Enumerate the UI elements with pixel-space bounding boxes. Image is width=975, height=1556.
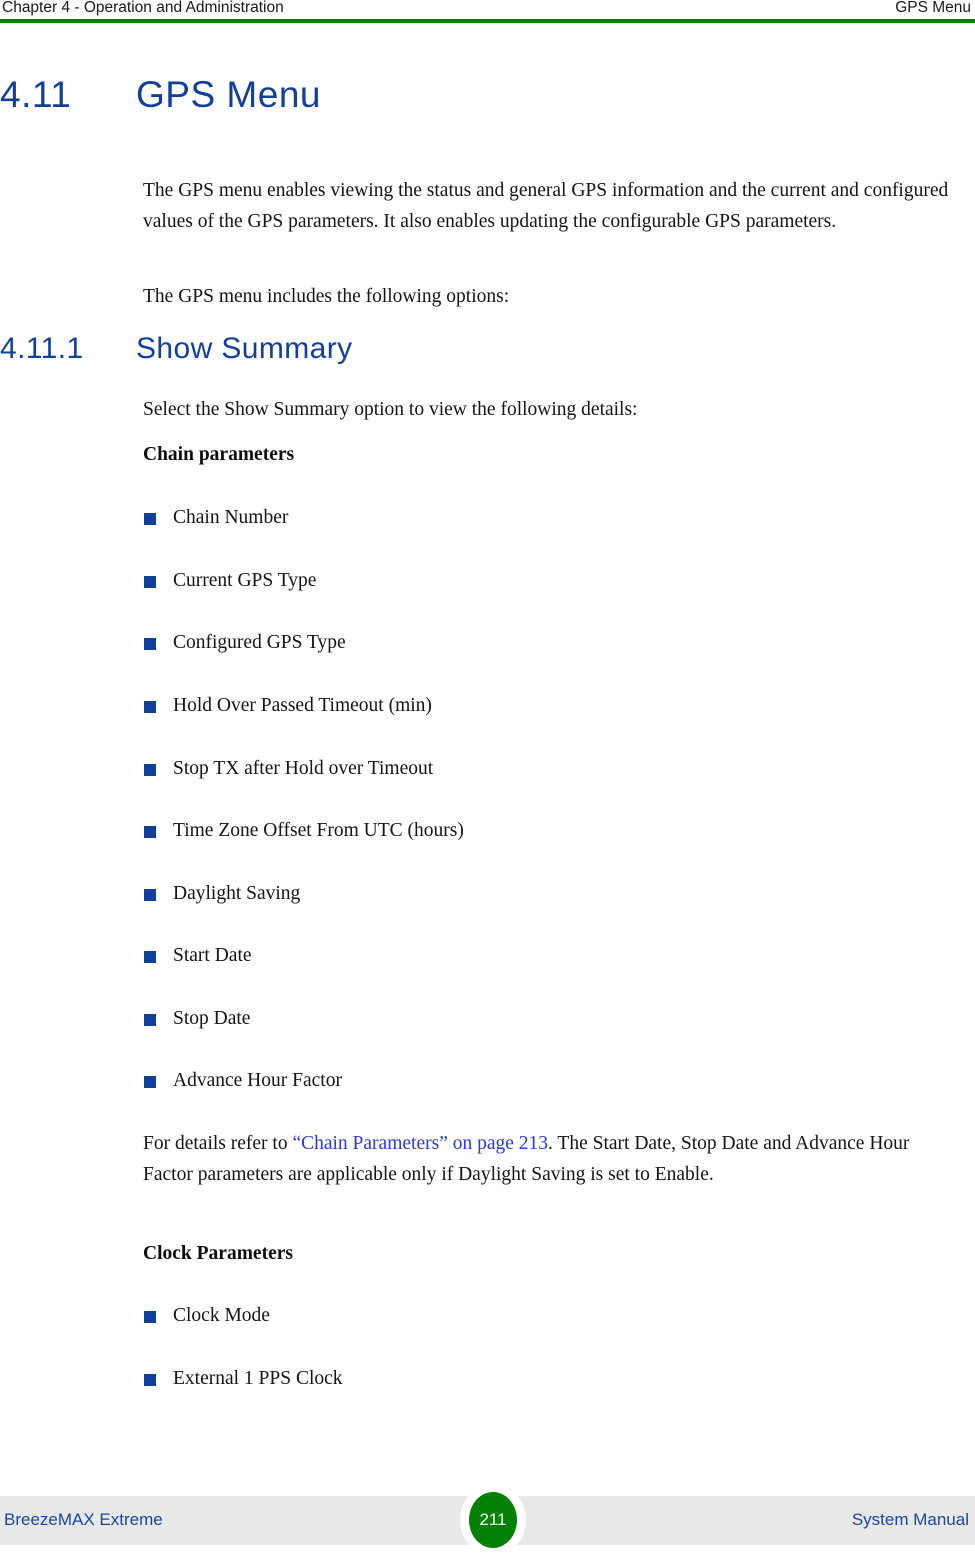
intro-paragraph-2: The GPS menu includes the following opti… [143, 286, 510, 307]
intro-paragraph-1: The GPS menu enables viewing the status … [143, 180, 949, 232]
list-item-label: Configured GPS Type [173, 632, 346, 653]
header-divider-rule [0, 19, 975, 23]
page-footer: BreezeMAX Extreme 211 System Manual [0, 1484, 975, 1556]
list-item: Clock Mode [143, 1303, 943, 1329]
list-item: Hold Over Passed Timeout (min) [143, 693, 943, 719]
subsection-title: Show Summary [136, 332, 353, 365]
list-item-label: External 1 PPS Clock [173, 1368, 343, 1389]
footer-product-name: BreezeMAX Extreme [4, 1510, 163, 1529]
bullet-square-icon [144, 1014, 156, 1026]
note-prefix: For details refer to [143, 1133, 293, 1154]
list-item: Time Zone Offset From UTC (hours) [143, 818, 943, 844]
list-item: Start Date [143, 943, 943, 969]
chain-parameters-heading: Chain parameters [143, 444, 295, 465]
list-item-label: Chain Number [173, 507, 289, 528]
list-item: Configured GPS Type [143, 630, 943, 656]
bullet-square-icon [144, 826, 156, 838]
bullet-square-icon [144, 513, 156, 525]
list-item: Stop Date [143, 1006, 943, 1032]
list-item: Current GPS Type [143, 568, 943, 594]
list-item-label: Clock Mode [173, 1305, 270, 1326]
show-summary-lead: Select the Show Summary option to view t… [143, 399, 638, 420]
footer-document-name: System Manual [851, 1510, 969, 1529]
bullet-square-icon [144, 889, 156, 901]
list-item: Daylight Saving [143, 881, 943, 907]
bullet-square-icon [144, 701, 156, 713]
bullet-square-icon [144, 576, 156, 588]
list-item: Stop TX after Hold over Timeout [143, 756, 943, 782]
bullet-square-icon [144, 1374, 156, 1386]
list-item-label: Hold Over Passed Timeout (min) [173, 695, 432, 716]
bullet-square-icon [144, 1311, 156, 1323]
list-item: External 1 PPS Clock [143, 1366, 943, 1392]
section-title: GPS Menu [136, 74, 321, 115]
list-item-label: Advance Hour Factor [173, 1070, 342, 1091]
list-item: Chain Number [143, 505, 943, 531]
list-item-label: Time Zone Offset From UTC (hours) [173, 820, 464, 841]
list-item-label: Stop TX after Hold over Timeout [173, 758, 434, 779]
header-chapter-title: Chapter 4 - Operation and Administration [2, 0, 284, 16]
clock-parameters-heading: Clock Parameters [143, 1243, 293, 1264]
chain-parameters-xref-link[interactable]: “Chain Parameters” on page 213 [292, 1133, 548, 1154]
page-number-badge: 211 [469, 1492, 517, 1548]
list-item-label: Stop Date [173, 1008, 251, 1029]
list-item: Advance Hour Factor [143, 1068, 943, 1094]
subsection-heading-4-11-1: 4.11.1 Show Summary [0, 332, 900, 366]
subsection-number: 4.11.1 [0, 332, 84, 365]
header-section-title: GPS Menu [895, 0, 971, 16]
list-item-label: Current GPS Type [173, 570, 317, 591]
section-number: 4.11 [0, 74, 72, 115]
bullet-square-icon [144, 1076, 156, 1088]
list-item-label: Daylight Saving [173, 883, 301, 904]
list-item-label: Start Date [173, 945, 252, 966]
bullet-square-icon [144, 638, 156, 650]
bullet-square-icon [144, 951, 156, 963]
bullet-square-icon [144, 764, 156, 776]
section-heading-4-11: 4.11 GPS Menu [0, 74, 900, 116]
chain-parameters-note: For details refer to “Chain Parameters” … [143, 1128, 963, 1190]
page-header: Chapter 4 - Operation and Administration… [0, 0, 975, 24]
